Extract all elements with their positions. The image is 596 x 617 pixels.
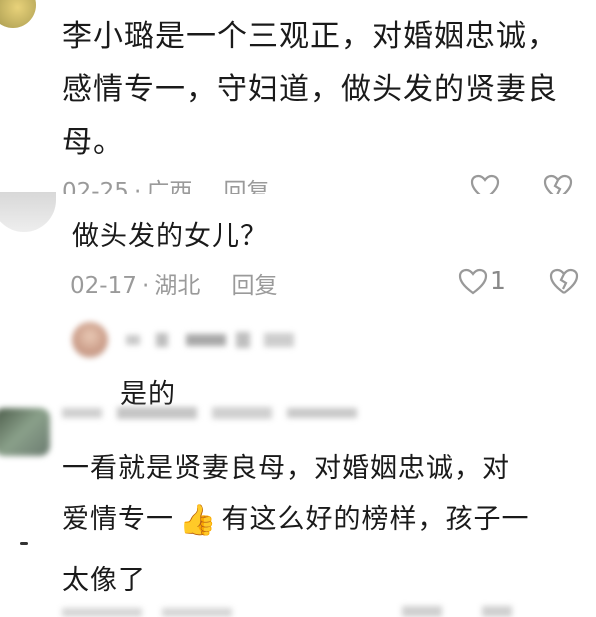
comment-meta bbox=[62, 606, 532, 617]
thumbs-up-icon: 👍 bbox=[179, 503, 217, 538]
comment-meta: 02-17 · 湖北 回复 bbox=[70, 266, 370, 299]
username-obscured bbox=[62, 405, 382, 421]
meta-separator: · bbox=[141, 273, 150, 299]
meta-separator: · bbox=[133, 179, 142, 194]
comment-line: 爱情专一 👍 有这么好的榜样，孩子一 bbox=[62, 497, 530, 538]
avatar[interactable] bbox=[0, 192, 56, 232]
heart-icon[interactable] bbox=[470, 174, 500, 194]
avatar[interactable] bbox=[0, 0, 36, 28]
comment-date: 02-25 bbox=[62, 179, 129, 194]
divider bbox=[20, 542, 28, 545]
comment-location: 广西 bbox=[146, 179, 193, 194]
broken-heart-icon[interactable] bbox=[543, 174, 573, 194]
comment-location: 湖北 bbox=[154, 273, 201, 299]
reply-button[interactable]: 回复 bbox=[223, 179, 269, 194]
comment-meta: 02-25 · 广西 回复 bbox=[62, 172, 362, 194]
reply-button[interactable]: 回复 bbox=[231, 273, 277, 299]
comment-text: 李小璐是一个三观正，对婚姻忠诚， bbox=[62, 19, 558, 54]
comment-text: 母。 bbox=[62, 125, 124, 160]
avatar[interactable] bbox=[0, 408, 50, 456]
like-count: 1 bbox=[490, 266, 506, 295]
comment-text: 有这么好的榜样，孩子一 bbox=[221, 504, 530, 535]
broken-heart-icon[interactable] bbox=[549, 268, 579, 296]
comment-text: 感情专一，守妇道，做头发的贤妻良 bbox=[62, 72, 558, 107]
avatar[interactable] bbox=[72, 322, 108, 358]
comment-text: 一看就是贤妻良母，对婚姻忠诚，对 bbox=[62, 453, 510, 484]
username-obscured bbox=[126, 331, 306, 348]
heart-icon[interactable] bbox=[458, 268, 488, 296]
comment-text: 爱情专一 bbox=[62, 504, 174, 535]
comment-text: 太像了 bbox=[62, 565, 146, 596]
comment-text: 做头发的女儿？ bbox=[72, 221, 268, 252]
comment-date: 02-17 bbox=[70, 273, 137, 299]
